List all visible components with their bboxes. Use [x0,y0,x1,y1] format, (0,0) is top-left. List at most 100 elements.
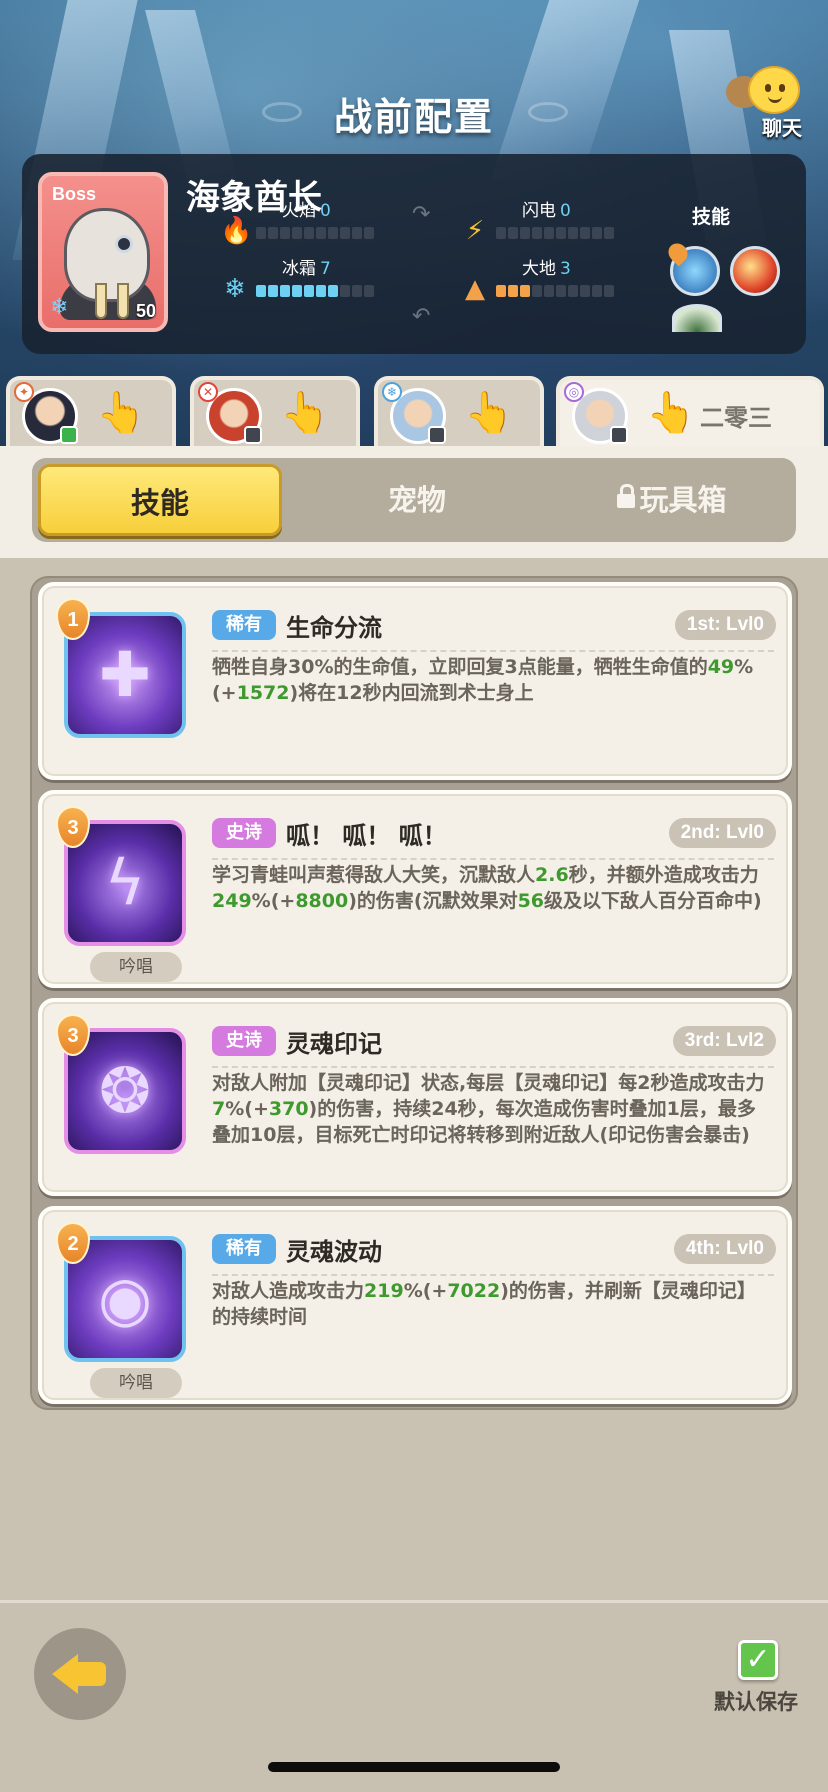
skill-description: 牺牲自身30%的生命值，立即回复3点能量，牺牲生命值的49%(+1572)将在1… [212,654,772,706]
description-text: 对敌人造成攻击力 [212,1280,365,1302]
tap-hand-icon: 👆 [464,390,514,436]
description-text: %(+ [403,1280,448,1302]
stat-bar-segment [604,227,614,239]
boss-skill-earth-icon[interactable] [672,304,722,332]
tab-pets[interactable]: 宠物 [302,458,532,542]
stat-bar-segment [592,285,602,297]
lock-icon [617,484,636,508]
chat-label: 聊天 [762,116,802,140]
tab-toybox-label: 玩具箱 [639,483,727,517]
team-tab-1[interactable]: ✦ 👆 [6,376,176,448]
description-text: %(+ [251,890,296,912]
walrus-avatar-icon [64,208,150,319]
stat-lightning-value: 0 [560,201,571,221]
default-save-label[interactable]: 默认保存 [714,1686,798,1716]
shadow-element-icon: ◎ [564,382,584,402]
boss-portrait[interactable]: Boss ❄ 50 [38,172,168,332]
tap-hand-icon: 👆 [96,390,146,436]
skill-description: 学习青蛙叫声惹得敌人大笑，沉默敌人2.6秒，并额外造成攻击力 249%(+8800… [212,862,772,914]
cycle-arrow-icon: ↷ [412,202,431,227]
skill-slot-level: 2nd: Lvl0 [668,818,776,848]
skill-name: 生命分流 [286,614,382,642]
description-text: 秒，并额外造成攻击力 [568,864,759,886]
stat-earth-bar [496,285,614,297]
rarity-badge: 史诗 [212,818,276,848]
chat-button[interactable]: 聊天 [720,62,810,142]
description-text: 牺牲自身30%的生命值，立即回复3点能量，牺牲生命值的 [212,656,708,678]
stat-bar-segment [532,285,542,297]
team-tab-2[interactable]: ✕ 👆 [190,376,360,448]
stat-bar-segment [304,227,314,239]
chat-smiley-icon [748,66,800,114]
stat-bar-segment [544,227,554,239]
tab-skills[interactable]: 技能 [38,464,282,536]
stat-bar-segment [532,227,542,239]
stat-frost-bar [256,285,374,297]
stat-lightning: 闪电 0 ⚡ [460,196,640,246]
stat-bar-segment [544,285,554,297]
stat-bar-segment [328,227,338,239]
stat-fire: 火焰 0 🔥 [220,196,400,246]
stat-bar-segment [256,227,266,239]
stat-bar-segment [520,285,530,297]
hero-badge-icon [610,426,628,444]
ice-element-icon: ❄ [382,382,402,402]
lightning-icon: ⚡ [465,216,485,246]
home-indicator[interactable] [268,1762,560,1772]
team-name: 二零三 [700,404,772,432]
stat-frost-value: 7 [320,259,331,279]
boss-skill-ice-icon[interactable] [664,239,720,296]
highlight-value: 8800 [295,890,349,912]
fire-element-icon: ✦ [14,382,34,402]
chant-badge: 吟唱 [90,952,182,982]
description-text: 级及以下敌人百分百命中) [544,890,762,912]
stat-bar-segment [364,285,374,297]
skill-card[interactable]: ❂ 3 史诗 灵魂印记 3rd: Lvl2 对敌人附加【灵魂印记】状态,每层【灵… [38,998,792,1196]
stat-bar-segment [352,285,362,297]
highlight-value: 219 [364,1280,404,1302]
stat-earth-label: 大地 [522,259,556,279]
rarity-badge: 稀有 [212,610,276,640]
tap-hand-icon: 👆 [646,390,696,436]
skill-slot-level: 1st: Lvl0 [674,610,776,640]
highlight-value: 249 [212,890,252,912]
skill-slot-level: 3rd: Lvl2 [672,1026,776,1056]
default-save-checkbox[interactable]: ✓ [738,1640,778,1680]
stat-bar-segment [580,285,590,297]
stat-bar-segment [280,227,290,239]
team-tab-4[interactable]: ◎ 👆 二零三 [556,376,824,448]
skill-name: 灵魂波动 [286,1238,382,1266]
skill-card[interactable]: ϟ 3 吟唱 史诗 呱！ 呱！ 呱！ 2nd: Lvl0 学习青蛙叫声惹得敌人大… [38,790,792,988]
stat-bar-segment [568,227,578,239]
tap-hand-icon: 👆 [280,390,330,436]
back-arrow-icon [52,1654,108,1694]
tab-toybox[interactable]: 玩具箱 [552,458,792,542]
rarity-badge: 史诗 [212,1026,276,1056]
divider [212,650,774,652]
stat-bar-segment [352,227,362,239]
segment-control: 技能 宠物 玩具箱 [32,458,796,542]
skill-badge-icon [664,239,692,267]
stat-bar-segment [604,285,614,297]
skill-name: 呱！ 呱！ 呱！ [286,822,447,850]
frost-icon: ❄ [224,274,246,304]
skill-description: 对敌人造成攻击力219%(+7022)的伤害，并刷新【灵魂印记】的持续时间 [212,1278,772,1330]
skill-card[interactable]: ◉ 2 吟唱 稀有 灵魂波动 4th: Lvl0 对敌人造成攻击力219%(+7… [38,1206,792,1404]
team-tab-3[interactable]: ❄ 👆 [374,376,544,448]
boss-skill-fire-icon[interactable] [730,246,780,296]
hero-badge-icon [244,426,262,444]
stat-bar-segment [328,285,338,297]
description-text: )将在12秒内回流到术士身上 [289,682,534,704]
skill-card[interactable]: ✚ 1 稀有 生命分流 1st: Lvl0 牺牲自身30%的生命值，立即回复3点… [38,582,792,780]
stat-earth: 大地 3 ▲ [460,254,640,304]
earth-icon: ▲ [465,274,485,304]
skill-description: 对敌人附加【灵魂印记】状态,每层【灵魂印记】每2秒造成攻击力7%(+370)的伤… [212,1070,772,1148]
skill-name: 灵魂印记 [286,1030,382,1058]
stat-bar-segment [316,285,326,297]
stat-bar-segment [556,227,566,239]
frog-croak-icon: ϟ [104,846,146,919]
back-button[interactable] [34,1628,126,1720]
divider [212,1274,774,1276]
stat-frost: 冰霜 7 ❄ [220,254,400,304]
hero-badge-icon [428,426,446,444]
